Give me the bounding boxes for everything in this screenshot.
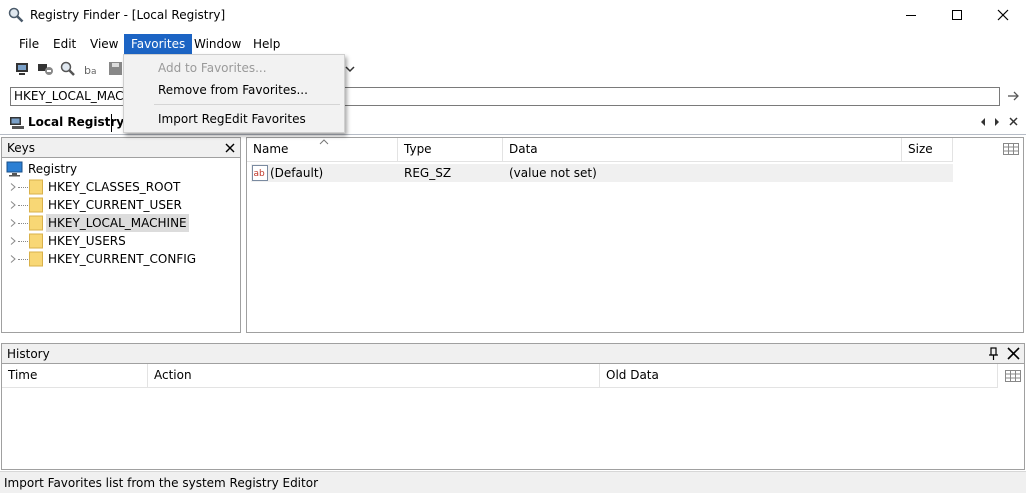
folder-icon — [29, 251, 43, 267]
chevron-right-icon[interactable] — [10, 219, 16, 227]
keys-tree[interactable]: Registry HKEY_CLASSES_ROOT HKEY_CURRENT_… — [1, 158, 241, 333]
tree-item[interactable]: HKEY_CLASSES_ROOT — [2, 178, 240, 196]
column-header-name[interactable]: Name — [247, 138, 398, 162]
status-bar: Import Favorites list from the system Re… — [0, 471, 1026, 493]
menu-item-import-regedit-favorites[interactable]: Import RegEdit Favorites — [158, 109, 306, 129]
go-arrow-icon[interactable] — [1006, 88, 1020, 104]
close-icon — [225, 143, 235, 153]
replace-icon[interactable]: ba — [83, 60, 101, 78]
history-column-time[interactable]: Time — [2, 364, 148, 388]
maximize-button[interactable] — [934, 0, 980, 30]
close-icon — [997, 9, 1009, 21]
tree-line — [18, 187, 28, 188]
tree-line — [18, 223, 28, 224]
keys-panel-header: Keys — [1, 137, 241, 158]
close-window-button[interactable] — [980, 0, 1026, 30]
menu-window[interactable]: Window — [187, 34, 248, 55]
column-header-type[interactable]: Type — [398, 138, 503, 162]
menu-favorites[interactable]: Favorites — [124, 34, 193, 55]
menu-bar: File Edit View Favorites Window Help — [0, 32, 1026, 55]
tree-item-selected[interactable]: HKEY_LOCAL_MACHINE — [2, 214, 240, 232]
menu-item-add-to-favorites[interactable]: Add to Favorites... — [158, 58, 267, 78]
values-list[interactable]: Name Type Data Size ab (Default) REG_SZ … — [246, 137, 1024, 333]
value-name: (Default) — [270, 166, 324, 180]
pin-icon[interactable] — [987, 345, 1001, 362]
computer-registry-icon[interactable] — [14, 60, 32, 78]
tree-line — [18, 259, 28, 260]
tab-close-icon[interactable] — [1009, 117, 1018, 126]
tree-item[interactable]: HKEY_CURRENT_CONFIG — [2, 250, 240, 268]
maximize-icon — [952, 10, 962, 20]
tab-scroll-left-icon[interactable] — [981, 118, 985, 126]
magnifier-app-icon — [8, 7, 24, 23]
string-value-icon: ab — [252, 165, 268, 181]
folder-icon — [29, 179, 43, 195]
folder-icon — [29, 215, 43, 231]
menu-item-remove-from-favorites[interactable]: Remove from Favorites... — [158, 80, 308, 100]
menu-separator — [154, 104, 340, 105]
tree-line — [18, 205, 28, 206]
tree-root-registry[interactable]: Registry — [2, 160, 240, 178]
tab-scroll-right-icon[interactable] — [995, 118, 999, 126]
value-row[interactable]: ab (Default) REG_SZ (value not set) — [251, 164, 953, 182]
tree-item-label: HKEY_USERS — [48, 234, 126, 248]
keys-panel-title: Keys — [7, 141, 36, 155]
tree-item-label: HKEY_CLASSES_ROOT — [48, 180, 181, 194]
menu-help[interactable]: Help — [246, 34, 287, 55]
window-title: Registry Finder - [Local Registry] — [30, 8, 226, 22]
history-close-icon[interactable] — [1006, 345, 1022, 362]
computer-icon — [10, 117, 24, 129]
minimize-icon — [906, 15, 916, 16]
favorites-dropdown-menu: Add to Favorites... Remove from Favorite… — [123, 54, 345, 133]
tab-label: Local Registry — [28, 115, 125, 129]
history-panel-title: History — [7, 347, 50, 361]
svg-text:b: b — [84, 64, 91, 77]
menu-file[interactable]: File — [12, 34, 46, 55]
value-type: REG_SZ — [404, 166, 452, 180]
folder-icon — [29, 197, 43, 213]
column-header-label: Name — [253, 142, 289, 156]
history-column-old-data[interactable]: Old Data — [600, 364, 998, 388]
chevron-right-icon[interactable] — [10, 255, 16, 263]
tab-nav-controls — [978, 114, 1024, 130]
tree-item-label: HKEY_CURRENT_CONFIG — [48, 252, 197, 266]
status-text: Import Favorites list from the system Re… — [4, 476, 318, 490]
folder-icon — [29, 233, 43, 249]
tree-item[interactable]: HKEY_CURRENT_USER — [2, 196, 240, 214]
connect-remote-icon[interactable] — [37, 60, 55, 78]
tree-item-label: HKEY_CURRENT_USER — [48, 198, 182, 212]
chevron-right-icon[interactable] — [10, 183, 16, 191]
menu-edit[interactable]: Edit — [46, 34, 83, 55]
sort-ascending-icon — [319, 139, 329, 145]
tree-item[interactable]: HKEY_USERS — [2, 232, 240, 250]
column-header-data[interactable]: Data — [503, 138, 902, 162]
keys-close-button[interactable] — [222, 138, 238, 156]
column-chooser-icon[interactable] — [1003, 143, 1019, 155]
column-chooser-icon[interactable] — [1005, 370, 1021, 382]
tab-separator — [111, 114, 112, 132]
tree-item-label: HKEY_LOCAL_MACHINE — [46, 214, 189, 232]
svg-text:a: a — [91, 67, 97, 77]
svg-text:ab: ab — [254, 169, 266, 179]
history-list[interactable]: Time Action Old Data — [1, 364, 1025, 470]
value-data: (value not set) — [509, 166, 597, 180]
history-column-action[interactable]: Action — [148, 364, 600, 388]
minimize-button[interactable] — [888, 0, 934, 30]
history-panel-header: History — [1, 343, 1025, 364]
tree-line — [18, 241, 28, 242]
menu-view[interactable]: View — [83, 34, 125, 55]
chevron-right-icon[interactable] — [10, 201, 16, 209]
tree-root-label: Registry — [28, 162, 78, 176]
column-header-size[interactable]: Size — [902, 138, 953, 162]
computer-icon — [6, 161, 23, 177]
find-icon[interactable] — [59, 60, 77, 78]
chevron-right-icon[interactable] — [10, 237, 16, 245]
